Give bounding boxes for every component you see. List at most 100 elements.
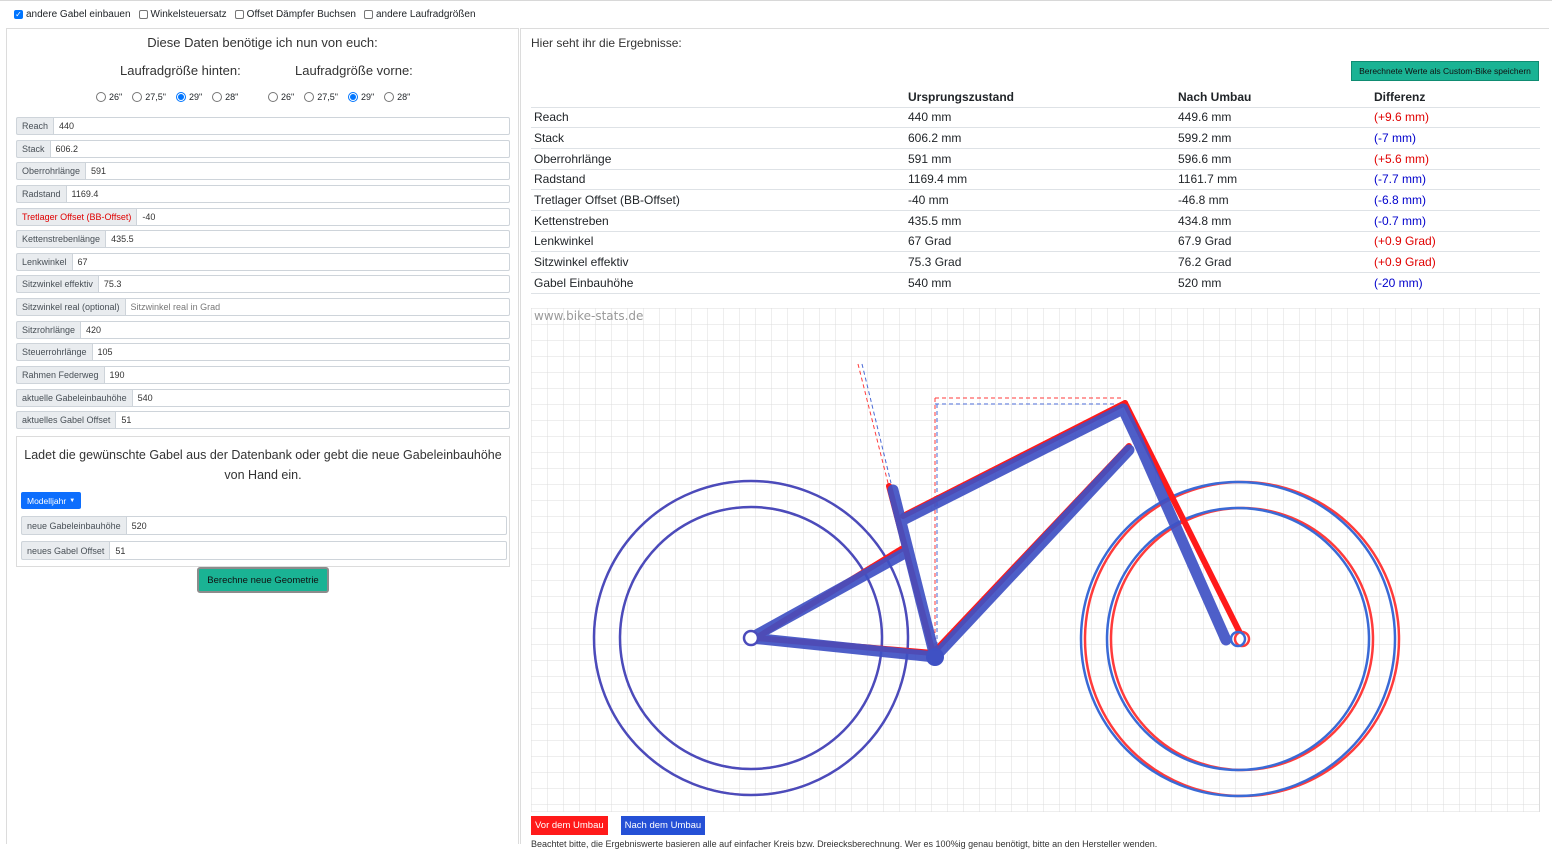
field-sitzrohr: Sitzrohrlänge 420: [16, 320, 510, 339]
grid-background: [531, 308, 1540, 812]
row-orig: 540 mm: [905, 272, 1175, 294]
modelljahr-dropdown[interactable]: Modelljahr ▼: [21, 492, 82, 509]
table-row: Lenkwinkel 67 Grad 67.9 Grad (+0.9 Grad): [531, 231, 1540, 253]
federweg-input[interactable]: 190: [103, 366, 510, 385]
radio-dot[interactable]: [96, 92, 106, 102]
sitzwinkel-eff-input[interactable]: 75.3: [97, 275, 510, 294]
row-new: -46.8 mm: [1175, 189, 1371, 211]
gabeleinbauhoehe-input[interactable]: 540: [131, 388, 510, 407]
field-gabel-offset: aktuelles Gabel Offset 51: [16, 411, 510, 430]
field-label: Lenkwinkel: [16, 252, 72, 271]
rear-wheel-label: Laufradgröße hinten:: [120, 63, 241, 78]
stack-input[interactable]: 606.2: [49, 139, 510, 158]
row-name: Gabel Einbauhöhe: [531, 272, 905, 294]
field-label: aktuelles Gabel Offset: [16, 411, 116, 430]
field-label: Tretlager Offset (BB-Offset): [16, 207, 137, 226]
option-offset-daempfer[interactable]: Offset Dämpfer Buchsen: [234, 9, 356, 20]
geometry-fields: Reach 440 Stack 606.2 Oberrohrlänge 591 Rad…: [16, 117, 510, 434]
row-name: Stack: [531, 127, 905, 149]
field-label: Sitzrohrlänge: [16, 320, 81, 339]
row-diff: (+9.6 mm): [1371, 107, 1540, 129]
checkbox-andere-gabel[interactable]: ✓: [14, 10, 23, 19]
calculate-button[interactable]: Berechne neue Geometrie: [197, 567, 329, 593]
option-andere-gabel[interactable]: ✓ andere Gabel einbauen: [14, 9, 131, 20]
field-label: neues Gabel Offset: [21, 541, 110, 560]
row-diff: (-0.7 mm): [1371, 210, 1540, 232]
radstand-input[interactable]: 1169.4: [65, 184, 510, 203]
radio-dot[interactable]: [132, 92, 143, 102]
row-orig: 591 mm: [905, 148, 1175, 170]
row-orig: 440 mm: [905, 107, 1175, 129]
row-name: Reach: [531, 107, 905, 129]
fork-fields: neue Gabeleinbauhöhe 520 neues Gabel Offs…: [21, 516, 507, 566]
table-row: Stack 606.2 mm 599.2 mm (-7 mm): [531, 127, 1540, 149]
row-new: 596.6 mm: [1175, 148, 1371, 170]
field-stack: Stack 606.2: [16, 139, 510, 158]
radio-dot[interactable]: [268, 92, 278, 102]
oberrohr-input[interactable]: 591: [85, 162, 510, 181]
front-wheel-label: Laufradgröße vorne:: [295, 63, 413, 78]
row-diff: (+0.9 Grad): [1371, 231, 1540, 253]
neue-gabeleinbauhoehe-input[interactable]: 520: [125, 516, 507, 535]
row-diff: (+0.9 Grad): [1371, 251, 1540, 273]
radio-dot[interactable]: [175, 92, 186, 102]
radio-dot[interactable]: [212, 92, 223, 102]
caret-down-icon: ▼: [69, 497, 76, 504]
sitzrohr-input[interactable]: 420: [80, 320, 510, 339]
results-panel: Hier seht ihr die Ergebnisse: Berechnete…: [520, 28, 1549, 849]
front-radio-275[interactable]: 27,5": [304, 92, 338, 102]
front-radio-26[interactable]: 26": [268, 92, 294, 102]
disclaimer-note: Beachtet bitte, die Ergebniswerte basier…: [531, 839, 1158, 849]
row-name: Tretlager Offset (BB-Offset): [531, 189, 905, 211]
row-diff: (-7 mm): [1371, 127, 1540, 149]
field-label: Steuerrohrlänge: [16, 343, 92, 362]
field-neues-gabel-offset: neues Gabel Offset 51: [21, 541, 507, 560]
checkbox-laufradgroessen[interactable]: [363, 10, 373, 19]
legend-before: Vor dem Umbau: [531, 816, 608, 835]
sitzwinkel-real-input[interactable]: Sitzwinkel real in Grad: [124, 298, 510, 317]
table-row: Reach 440 mm 449.6 mm (+9.6 mm): [531, 107, 1540, 129]
rear-radio-26[interactable]: 26": [96, 92, 122, 102]
field-label: Reach: [16, 117, 54, 135]
field-reach: Reach 440: [16, 117, 510, 135]
watermark: www.bike-stats.de: [534, 309, 643, 323]
radio-dot[interactable]: [384, 92, 395, 102]
row-name: Sitzwinkel effektiv: [531, 251, 905, 273]
radio-dot[interactable]: [347, 92, 358, 102]
bb-offset-input[interactable]: -40: [136, 207, 510, 226]
gabel-offset-input[interactable]: 51: [115, 411, 510, 430]
field-label: Oberrohrlänge: [16, 162, 86, 181]
checkbox-offset-daempfer[interactable]: [234, 10, 244, 19]
row-name: Oberrohrlänge: [531, 148, 905, 170]
row-orig: 606.2 mm: [905, 127, 1175, 149]
field-steuerrohr: Steuerrohrlänge 105: [16, 343, 510, 362]
field-federweg: Rahmen Federweg 190: [16, 366, 510, 385]
neues-gabel-offset-input[interactable]: 51: [109, 541, 507, 560]
rear-radio-275[interactable]: 27,5": [132, 92, 166, 102]
field-oberrohr: Oberrohrlänge 591: [16, 162, 510, 181]
rear-radio-29[interactable]: 29": [175, 92, 202, 102]
option-winkelsteuersatz[interactable]: Winkelsteuersatz: [138, 9, 227, 20]
row-diff: (-7.7 mm): [1371, 169, 1540, 191]
row-orig: -40 mm: [905, 189, 1175, 211]
save-custom-bike-button[interactable]: Berechnete Werte als Custom-Bike speiche…: [1351, 61, 1539, 81]
row-new: 599.2 mm: [1175, 127, 1371, 149]
table-row: Gabel Einbauhöhe 540 mm 520 mm (-20 mm): [531, 272, 1540, 294]
table-row: Oberrohrlänge 591 mm 596.6 mm (+5.6 mm): [531, 148, 1540, 170]
reach-input[interactable]: 440: [53, 117, 510, 135]
field-label: Rahmen Federweg: [16, 366, 104, 385]
option-laufradgroessen[interactable]: andere Laufradgrößen: [363, 9, 476, 20]
rear-radio-28[interactable]: 28": [212, 92, 238, 102]
front-radio-29[interactable]: 29": [347, 92, 374, 102]
lenkwinkel-input[interactable]: 67: [71, 252, 510, 271]
front-radio-28[interactable]: 28": [384, 92, 410, 102]
checkbox-winkelsteuersatz[interactable]: [138, 10, 148, 19]
row-diff: (-6.8 mm): [1371, 189, 1540, 211]
kettenstreben-input[interactable]: 435.5: [105, 230, 510, 249]
legend-after: Nach dem Umbau: [620, 816, 706, 835]
input-panel-title: Diese Daten benötige ich nun von euch:: [147, 35, 378, 50]
field-label: Sitzwinkel real (optional): [16, 298, 125, 317]
steuerrohr-input[interactable]: 105: [91, 343, 510, 362]
field-neue-gabeleinbauhoehe: neue Gabeleinbauhöhe 520: [21, 516, 507, 535]
radio-dot[interactable]: [304, 92, 315, 102]
